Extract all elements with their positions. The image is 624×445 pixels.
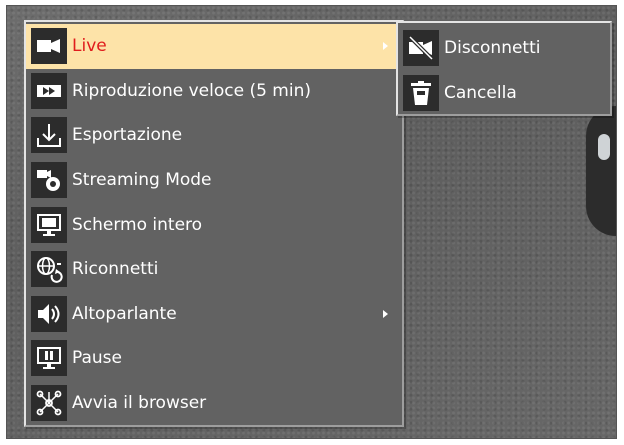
live-submenu: Disconnetti Cancella <box>396 21 612 116</box>
pause-icon <box>31 340 67 377</box>
menu-item-launch-browser[interactable]: Avvia il browser <box>26 381 402 426</box>
submenu-item-disconnect[interactable]: Disconnetti <box>398 25 610 70</box>
menu-item-label: Riconnetti <box>72 259 159 280</box>
menu-item-export[interactable]: Esportazione <box>26 113 402 158</box>
reconnect-globe-icon <box>31 251 67 288</box>
fullscreen-monitor-icon <box>31 206 67 243</box>
context-menu: Live Riproduzione veloce (5 min) Esporta… <box>24 20 404 427</box>
submenu-arrow-icon <box>383 42 388 51</box>
menu-item-pause[interactable]: Pause <box>26 336 402 381</box>
menu-item-label: Streaming Mode <box>72 170 212 191</box>
menu-item-streaming-mode[interactable]: Streaming Mode <box>26 158 402 203</box>
trash-delete-icon <box>403 74 439 111</box>
menu-item-speaker[interactable]: Altoparlante <box>26 292 402 337</box>
fast-playback-icon <box>31 72 67 109</box>
menu-item-label: Altoparlante <box>72 303 177 324</box>
menu-item-label: Pause <box>72 348 122 369</box>
disconnect-camera-icon <box>403 29 439 66</box>
browser-network-icon <box>31 385 67 422</box>
menu-item-fast-playback[interactable]: Riproduzione veloce (5 min) <box>26 69 402 114</box>
export-download-icon <box>31 117 67 154</box>
submenu-item-delete[interactable]: Cancella <box>398 70 610 115</box>
submenu-arrow-icon <box>383 309 388 318</box>
menu-item-label: Live <box>72 36 107 57</box>
menu-item-label: Schermo intero <box>72 214 203 235</box>
menu-item-label: Esportazione <box>72 125 183 146</box>
menu-item-fullscreen[interactable]: Schermo intero <box>26 202 402 247</box>
streaming-settings-icon <box>31 162 67 199</box>
submenu-item-label: Cancella <box>444 82 517 103</box>
car-edge-image <box>586 106 616 236</box>
menu-item-live[interactable]: Live <box>26 24 402 69</box>
menu-item-label: Avvia il browser <box>72 393 207 414</box>
submenu-item-label: Disconnetti <box>444 37 541 58</box>
menu-item-reconnect[interactable]: Riconnetti <box>26 247 402 292</box>
speaker-icon <box>31 295 67 332</box>
menu-item-label: Riproduzione veloce (5 min) <box>72 80 311 101</box>
video-camera-icon <box>31 28 67 65</box>
car-light-image <box>598 134 610 160</box>
